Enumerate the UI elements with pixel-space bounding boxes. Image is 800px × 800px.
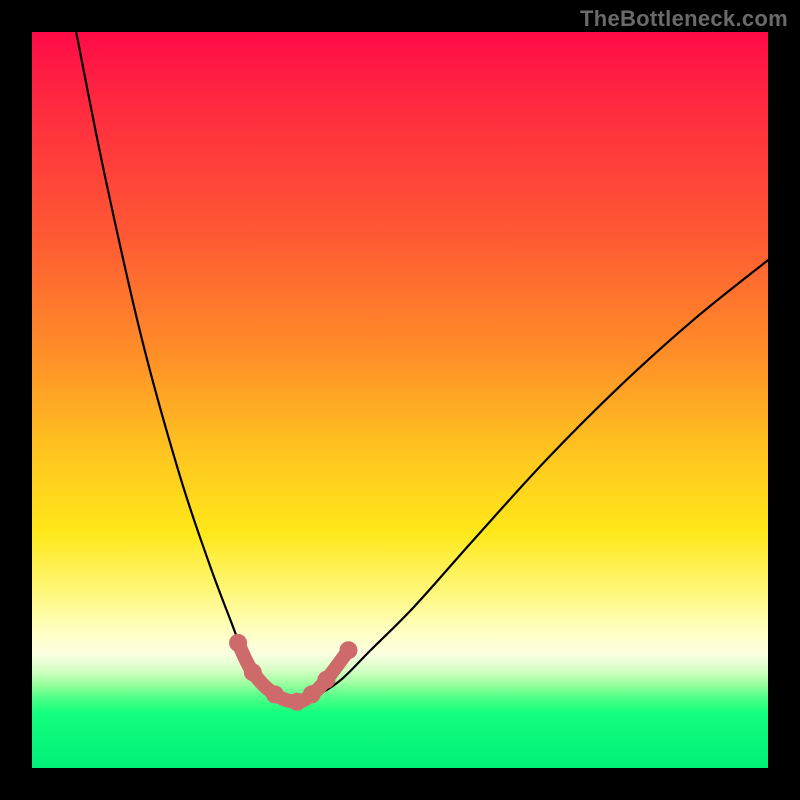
optimal-range-dot [339,641,357,659]
chart-frame: TheBottleneck.com [0,0,800,800]
optimal-range-dot [244,663,262,681]
bottleneck-curve [76,32,768,703]
watermark-text: TheBottleneck.com [580,6,788,32]
optimal-range-dot [229,634,247,652]
plot-area [32,32,768,768]
chart-svg [32,32,768,768]
optimal-range-dot [317,671,335,689]
optimal-range-dot [303,685,321,703]
optimal-range-dot [266,685,284,703]
